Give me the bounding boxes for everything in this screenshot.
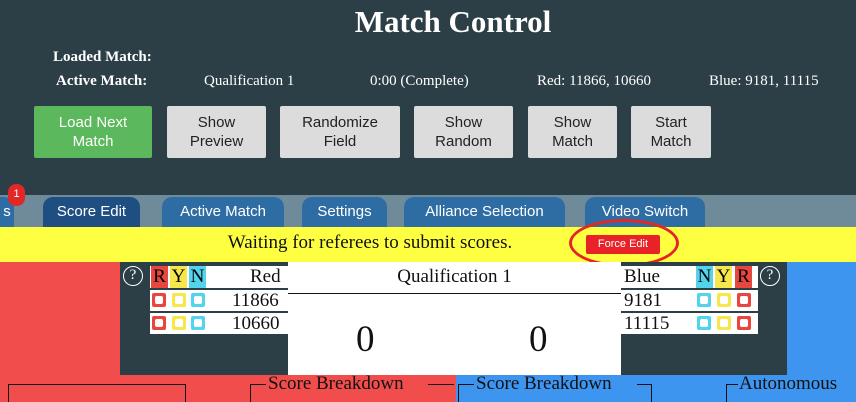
red-help-icon[interactable]: ? [123, 266, 143, 286]
page-title: Match Control [354, 4, 552, 39]
blue-score-breakdown-label: Score Breakdown [476, 373, 612, 394]
active-match-name: Qualification 1 [204, 73, 295, 89]
yellow-card-toggle[interactable] [172, 316, 186, 330]
fieldset-border [726, 384, 727, 402]
blue-team-2: 11115 [624, 313, 670, 334]
fieldset-border [250, 384, 266, 385]
button-label: Match [72, 133, 114, 150]
fieldset-border [185, 384, 186, 402]
tab-score-edit[interactable]: Score Edit [43, 197, 140, 227]
button-label: Start [655, 114, 687, 131]
red-label: Red [250, 266, 281, 287]
button-label: Show [444, 114, 483, 131]
fieldset-border [428, 384, 454, 385]
no-show-toggle[interactable] [697, 293, 711, 307]
button-label: Match [650, 133, 692, 150]
waiting-message: Waiting for referees to submit scores. [0, 232, 856, 254]
tab-active-match[interactable]: Active Match [162, 197, 284, 227]
active-match-label: Active Match: [56, 73, 148, 89]
button-label: Load Next [58, 114, 128, 131]
yellow-card-toggle[interactable] [172, 293, 186, 307]
red-card-toggle[interactable] [737, 293, 751, 307]
highlight-circle [569, 219, 679, 267]
blue-help-icon[interactable]: ? [760, 266, 780, 286]
no-show-header: N [696, 266, 713, 288]
red-teams-summary: Red: 11866, 10660 [537, 73, 652, 89]
yellow-card-toggle[interactable] [717, 293, 731, 307]
loaded-match-label: Loaded Match: [53, 49, 152, 65]
red-score-breakdown-label: Score Breakdown [268, 373, 404, 394]
red-team-1: 11866 [232, 290, 279, 311]
no-show-toggle[interactable] [697, 316, 711, 330]
no-show-toggle[interactable] [191, 316, 205, 330]
blue-label: Blue [624, 266, 660, 287]
show-random-button[interactable]: Show Random [414, 106, 513, 158]
tab-settings[interactable]: Settings [302, 197, 387, 227]
fieldset-border [458, 384, 459, 402]
red-card-toggle[interactable] [737, 316, 751, 330]
yellow-card-header: Y [715, 266, 732, 288]
randomize-field-button[interactable]: Randomize Field [280, 106, 400, 158]
button-label: Randomize [302, 114, 378, 131]
fieldset-border [726, 384, 738, 385]
red-team-2: 10660 [232, 313, 280, 334]
blue-teams-summary: Blue: 9181, 11115 [709, 73, 819, 89]
show-match-button[interactable]: Show Match [528, 106, 617, 158]
fieldset-border [250, 384, 251, 402]
start-match-button[interactable]: Start Match [631, 106, 711, 158]
button-label: Match [552, 133, 593, 150]
button-label: Random [435, 133, 492, 150]
tab-alliance-selection[interactable]: Alliance Selection [404, 197, 565, 227]
no-show-toggle[interactable] [191, 293, 205, 307]
button-label: Field [323, 133, 357, 150]
divider [288, 293, 621, 294]
fieldset-border [8, 384, 9, 402]
yellow-card-toggle[interactable] [717, 316, 731, 330]
red-card-toggle[interactable] [152, 293, 166, 307]
load-next-match-button[interactable]: Load Next Match [34, 106, 152, 158]
active-match-time: 0:00 (Complete) [370, 73, 469, 89]
red-card-toggle[interactable] [152, 316, 166, 330]
fieldset-border [637, 384, 651, 385]
show-preview-button[interactable]: Show Preview [167, 106, 266, 158]
fieldset-border [8, 384, 186, 385]
fieldset-border [651, 384, 652, 402]
no-show-header: N [189, 266, 206, 288]
yellow-card-header: Y [170, 266, 187, 288]
red-card-header: R [735, 266, 752, 288]
button-label: Preview [189, 133, 244, 150]
autonomous-label: Autonomous [739, 373, 838, 394]
button-label: Show [553, 114, 592, 131]
blue-score: 0 [529, 319, 548, 360]
match-name: Qualification 1 [397, 266, 512, 287]
red-card-header: R [151, 266, 168, 288]
blue-team-1: 9181 [624, 290, 662, 311]
fieldset-border [458, 384, 474, 385]
button-label: Show [197, 114, 236, 131]
waiting-text: Waiting for referees to submit scores. [227, 232, 513, 253]
red-score: 0 [356, 319, 375, 360]
notification-badge: 1 [8, 184, 25, 206]
